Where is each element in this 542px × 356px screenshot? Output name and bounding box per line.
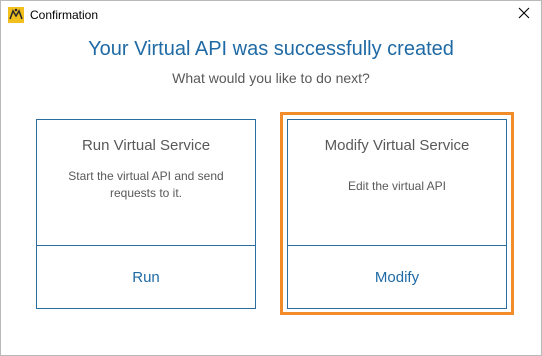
card-title: Modify Virtual Service bbox=[324, 137, 470, 154]
run-button[interactable]: Run bbox=[37, 246, 255, 308]
modify-virtual-service-card[interactable]: Modify Virtual Service Edit the virtual … bbox=[287, 119, 507, 309]
window-title: Confirmation bbox=[30, 8, 99, 22]
card-description: Start the virtual API and send requests … bbox=[68, 169, 224, 200]
dialog-heading: Your Virtual API was successfully create… bbox=[88, 38, 454, 60]
run-virtual-service-card[interactable]: Run Virtual Service Start the virtual AP… bbox=[36, 119, 256, 309]
card-title: Run Virtual Service bbox=[81, 137, 211, 154]
confirmation-dialog: Confirmation Your Virtual API was succes… bbox=[0, 0, 542, 356]
title-bar: Confirmation bbox=[1, 1, 541, 29]
card-description: Edit the virtual API bbox=[347, 179, 447, 193]
close-button[interactable] bbox=[507, 1, 541, 29]
modify-button[interactable]: Modify bbox=[288, 246, 506, 308]
app-icon bbox=[8, 7, 24, 23]
close-icon bbox=[518, 6, 530, 24]
dialog-subheading: What would you like to do next? bbox=[172, 70, 370, 86]
